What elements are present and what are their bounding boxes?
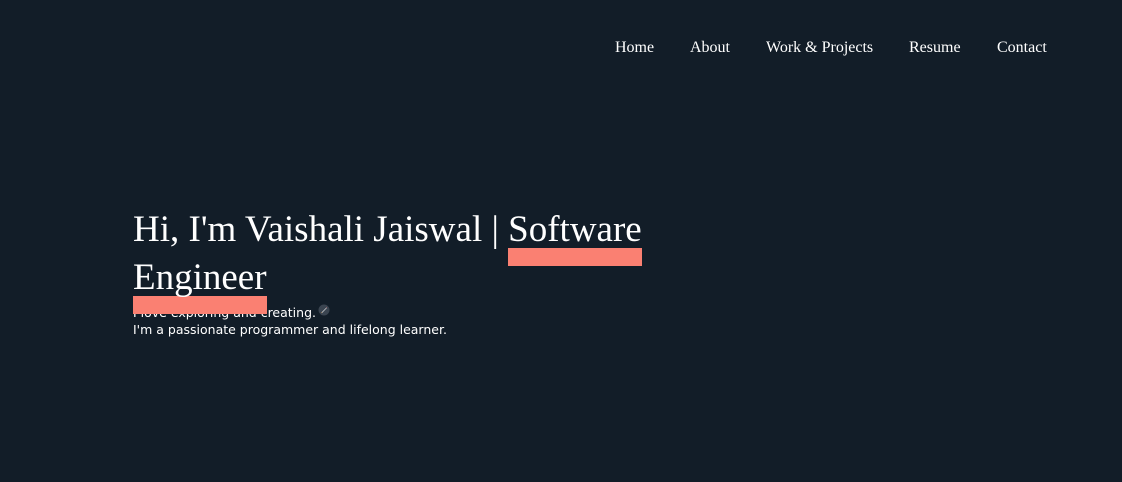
nav-link-work-projects-label: Work & Projects [766, 39, 874, 56]
main-navigation: Home About Work & Projects Resume Contac… [0, 38, 1122, 62]
nav-link-work-projects[interactable]: Work & Projects [766, 38, 874, 58]
nav-link-about-label: About [690, 39, 730, 56]
nav-link-home[interactable]: Home [615, 38, 655, 58]
hero-title-highlight-2: Engineer [133, 257, 267, 298]
nav-link-contact-label: Contact [997, 39, 1047, 56]
nav-link-resume-label: Resume [909, 39, 961, 56]
highlight-bar [508, 248, 642, 266]
nav-link-home-label: Home [615, 39, 655, 56]
nav-link-resume[interactable]: Resume [909, 38, 961, 58]
highlight-engineer: Engineer [133, 257, 267, 314]
hero-title-highlight-1: Software [508, 209, 642, 250]
nav-link-about[interactable]: About [690, 38, 730, 58]
intro-line-2: I'm a passionate programmer and lifelong… [133, 322, 447, 337]
highlight-software: Software [508, 209, 642, 266]
nav-link-contact[interactable]: Contact [997, 38, 1047, 58]
hero-title: Hi, I'm Vaishali Jaiswal | Software Engin… [133, 206, 693, 314]
hero-section: Hi, I'm Vaishali Jaiswal | Software Engin… [133, 206, 693, 338]
rocket-icon [318, 304, 330, 321]
hero-title-prefix: Hi, I'm Vaishali Jaiswal | [133, 209, 509, 250]
highlight-bar [133, 296, 267, 314]
